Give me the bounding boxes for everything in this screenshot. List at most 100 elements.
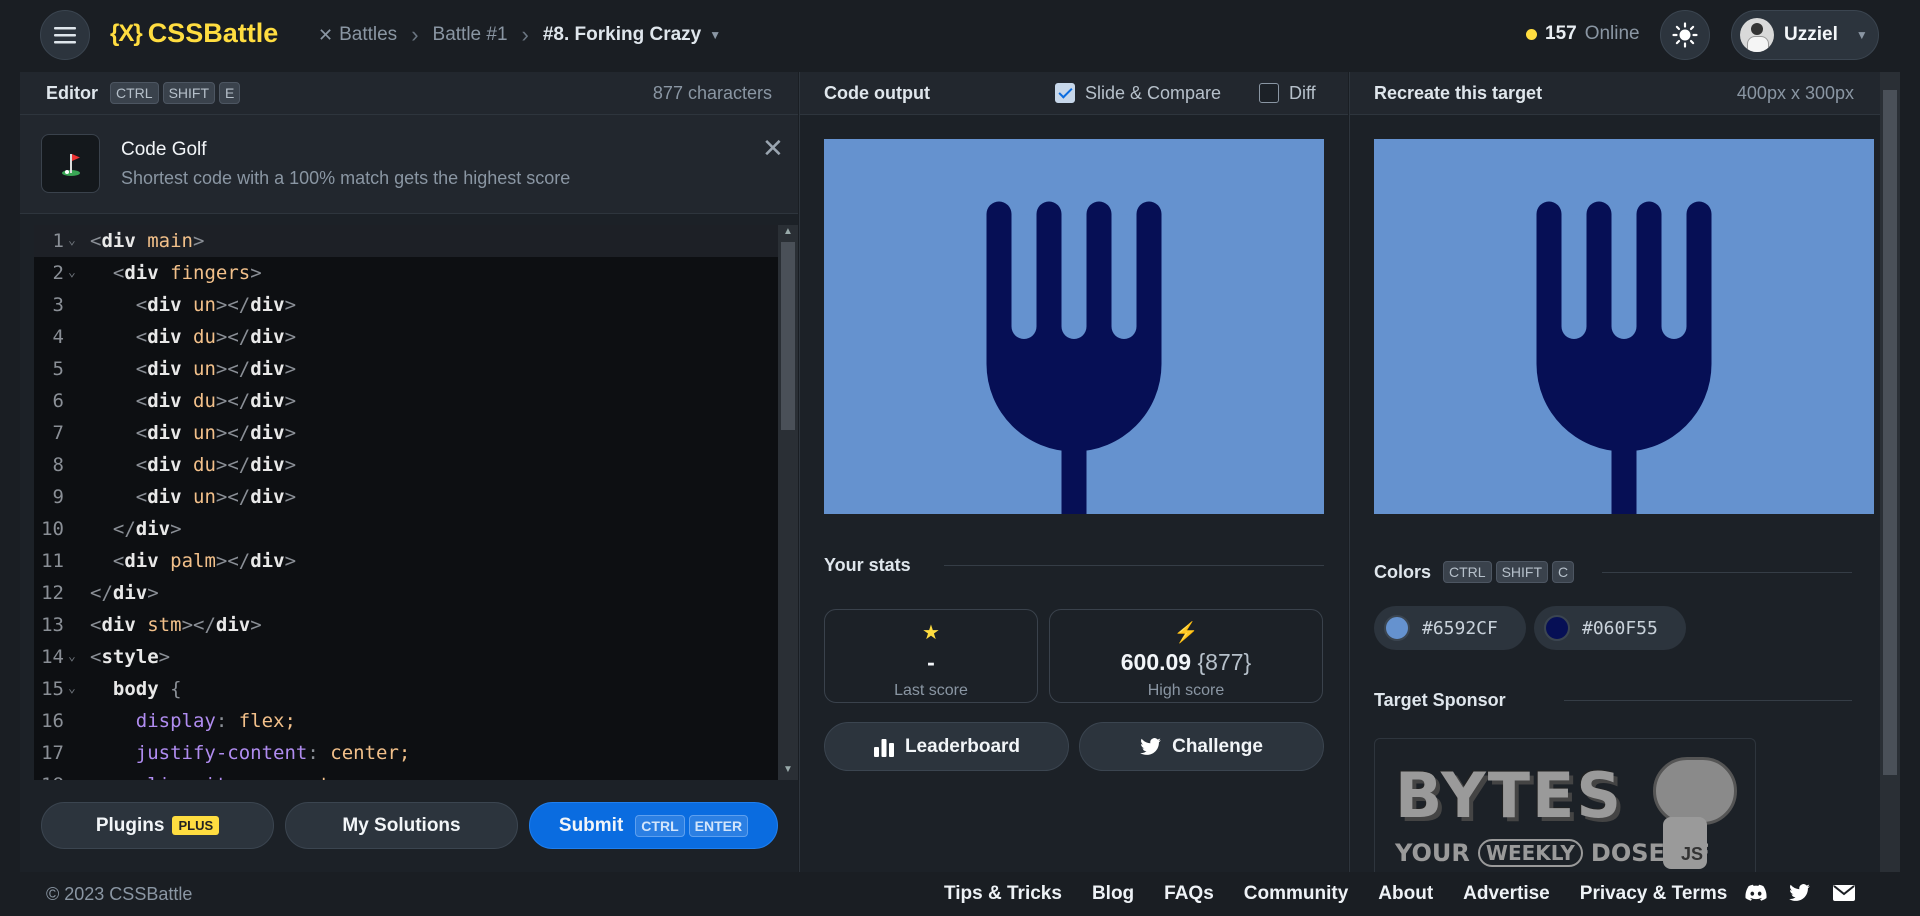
code-line[interactable]: 5 <div un></div> [34,353,778,385]
code-line[interactable]: 2 ⌄ <div fingers> [34,257,778,289]
code-line[interactable]: 8 <div du></div> [34,449,778,481]
footer-link-about[interactable]: About [1378,883,1433,905]
color-swatch-2[interactable]: #060F55 [1534,606,1686,650]
slide-compare-label: Slide & Compare [1085,82,1222,103]
high-score-value: 600.09 [1120,649,1192,675]
editor-actions: Plugins PLUS My Solutions Submit CTRL ENT… [20,782,798,872]
code-text: <div fingers> [112,262,262,284]
hamburger-icon [54,27,76,44]
code-line[interactable]: 1 ⌄ <div main> [34,225,778,257]
scroll-up-icon[interactable]: ▲ [783,226,793,237]
editor-header: Editor CTRL SHIFT E 877 characters [20,72,798,115]
leaderboard-button[interactable]: Leaderboard [824,722,1069,771]
theme-toggle-button[interactable] [1660,10,1710,60]
code-text: <div un></div> [135,486,297,508]
challenge-button[interactable]: Challenge [1079,722,1324,771]
editor-title: Editor [46,82,98,103]
last-score-value: - [927,649,935,675]
color-dot-icon [1544,615,1570,641]
footer-link-faqs[interactable]: FAQs [1164,883,1214,905]
target-title: Recreate this target [1374,82,1543,103]
code-golf-banner: Code Golf Shortest code with a 100% matc… [20,115,798,214]
target-canvas[interactable] [1374,139,1874,514]
line-number: 8 [52,454,64,476]
color-swatch-1[interactable]: #6592CF [1374,606,1526,650]
code-line[interactable]: 12 </div> [34,577,778,609]
breadcrumb-battles[interactable]: Battles [339,24,397,46]
colors-title-row: Colors CTRL SHIFT C [1374,561,1575,583]
twitter-icon[interactable] [1789,884,1811,902]
submit-button[interactable]: Submit CTRL ENTER [529,802,778,849]
online-count: 157 [1545,23,1577,44]
kbd-ctrl: CTRL [1443,561,1492,583]
diff-toggle[interactable]: Diff [1259,83,1316,104]
code-line[interactable]: 13 <div stm></div> [34,609,778,641]
diff-checkbox[interactable] [1259,83,1279,103]
code-line[interactable]: 18 align-items: center; [34,769,778,780]
editor-scroll-thumb[interactable] [781,242,795,430]
breadcrumb-current[interactable]: #8. Forking Crazy [543,24,701,46]
high-score-chars: {877} [1197,649,1252,675]
line-number: 14 [41,646,64,668]
footer-link-advertise[interactable]: Advertise [1463,883,1550,905]
code-line[interactable]: 17 justify-content: center; [34,737,778,769]
kbd-c: C [1552,561,1575,583]
code-line[interactable]: 10 </div> [34,513,778,545]
logo[interactable]: {X} CSSBattle [110,18,278,49]
fork-output [986,201,1162,514]
code-output-canvas[interactable] [824,139,1324,514]
code-line[interactable]: 3 <div un></div> [34,289,778,321]
footer-link-community[interactable]: Community [1244,883,1349,905]
caret-down-icon[interactable]: ▼ [709,28,721,42]
fork-target [1536,201,1712,514]
footer-link-privacy[interactable]: Privacy & Terms [1580,883,1728,905]
fold-chevron-icon[interactable]: ⌄ [68,257,76,289]
footer-link-tips[interactable]: Tips & Tricks [944,883,1062,905]
code-line[interactable]: 14 ⌄ <style> [34,641,778,673]
page-scroll-thumb[interactable] [1883,90,1897,775]
breadcrumb-battle[interactable]: Battle #1 [433,24,508,46]
code-text: display: flex; [135,710,296,732]
discord-icon[interactable] [1745,884,1767,902]
color-dot-icon [1384,615,1410,641]
code-line[interactable]: 11 <div palm></div> [34,545,778,577]
sponsor-card[interactable]: BYTES YOUR WEEKLY DOSE OF JS [1374,738,1756,878]
mail-icon[interactable] [1833,884,1855,902]
code-text: <div stm></div> [90,614,262,636]
caret-down-icon: ▼ [1855,28,1868,42]
top-bar: {X} CSSBattle ✕ Battles › Battle #1 › #8… [0,0,1920,72]
code-line[interactable]: 7 <div un></div> [34,417,778,449]
leaderboard-label: Leaderboard [904,735,1021,757]
fold-chevron-icon[interactable]: ⌄ [68,673,76,705]
code-line[interactable]: 9 <div un></div> [34,481,778,513]
menu-button[interactable] [40,10,90,60]
slide-compare-toggle[interactable]: Slide & Compare [1055,83,1221,104]
line-number: 6 [52,390,64,412]
my-solutions-label: My Solutions [342,814,461,836]
code-line[interactable]: 4 <div du></div> [34,321,778,353]
kbd-shift: SHIFT [162,82,216,104]
fold-chevron-icon[interactable]: ⌄ [68,225,76,257]
online-indicator: 157 Online [1526,23,1640,45]
code-line[interactable]: 15 ⌄ body { [34,673,778,705]
plugins-button[interactable]: Plugins PLUS [41,802,274,849]
code-line[interactable]: 6 <div du></div> [34,385,778,417]
target-size: 400px x 300px [1736,82,1854,103]
code-editor[interactable]: 1 ⌄ <div main> 2 ⌄ <div fingers> 3 <div un></… [34,225,778,780]
kbd-shift: SHIFT [1495,561,1549,583]
footer-link-blog[interactable]: Blog [1092,883,1134,905]
slide-compare-checkbox[interactable] [1055,83,1075,103]
line-number: 11 [41,550,64,572]
page-scrollbar[interactable] [1880,72,1900,872]
code-line[interactable]: 16 display: flex; [34,705,778,737]
scroll-down-icon[interactable]: ▼ [783,764,793,775]
user-menu-button[interactable]: Uzziel ▼ [1731,10,1879,60]
high-score-line: 600.09 {877} [1050,649,1322,676]
close-icon[interactable]: ✕ [762,133,784,164]
line-number: 7 [52,422,64,444]
my-solutions-button[interactable]: My Solutions [285,802,518,849]
plugins-label: Plugins [95,814,165,836]
kbd-ctrl: CTRL [110,82,159,104]
fold-chevron-icon[interactable]: ⌄ [68,641,76,673]
code-text: justify-content: center; [135,742,411,764]
